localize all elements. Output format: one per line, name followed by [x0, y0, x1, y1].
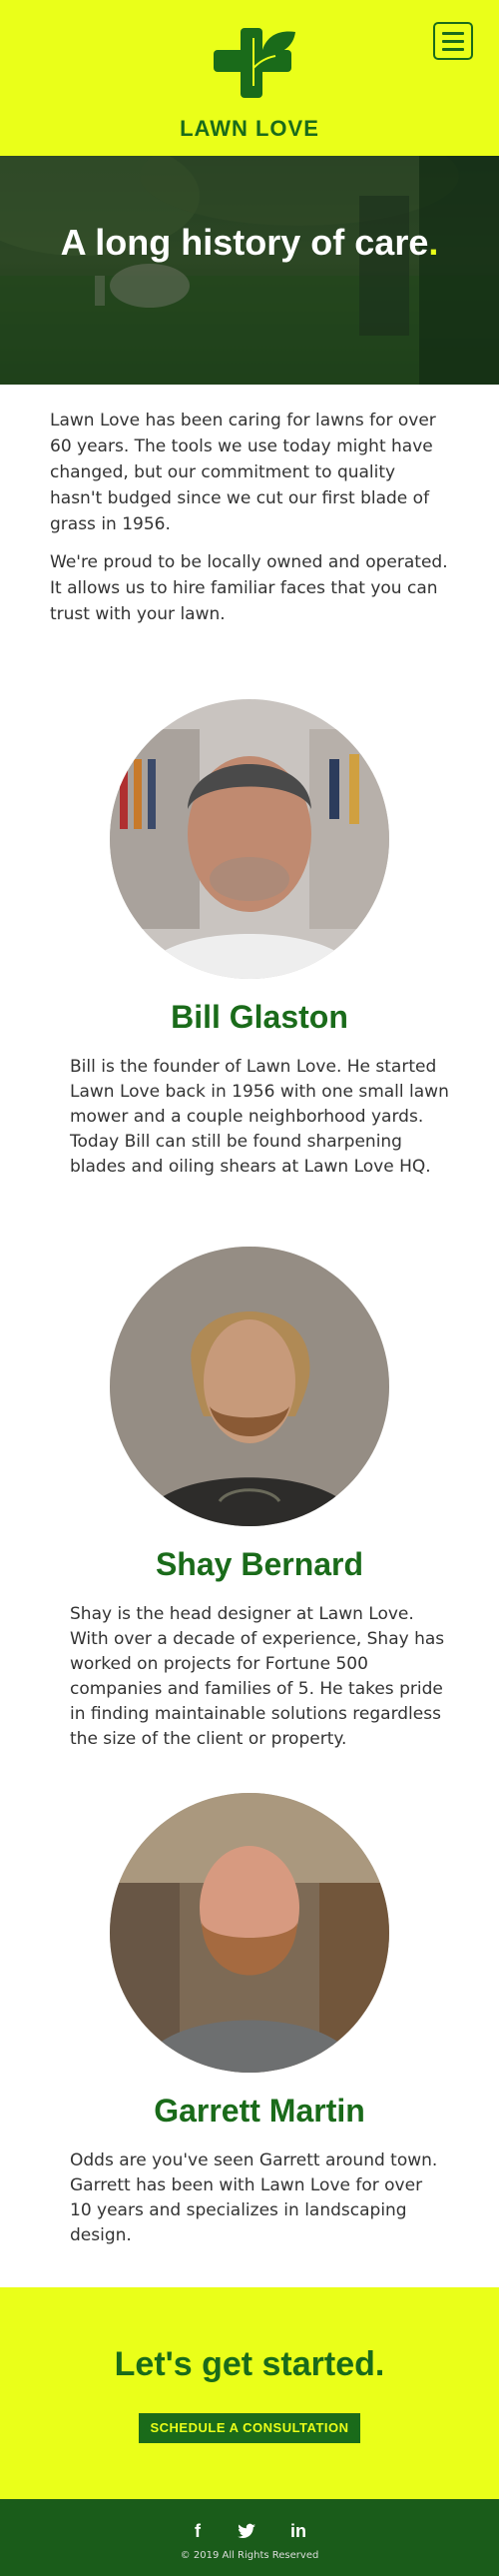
site-header: LAWN LOVE: [0, 0, 499, 156]
copyright: © 2019 All Rights Reserved: [180, 2550, 319, 2561]
schedule-consultation-button[interactable]: SCHEDULE A CONSULTATION: [139, 2413, 360, 2443]
hero-title: A long history of care.: [60, 222, 439, 263]
plant-cross-icon[interactable]: [210, 28, 299, 98]
brand-name[interactable]: LAWN LOVE: [0, 116, 499, 142]
linkedin-icon[interactable]: in: [288, 2521, 308, 2541]
twitter-icon[interactable]: [237, 2521, 256, 2541]
hero-banner: A long history of care.: [0, 156, 499, 385]
team-member-name: Shay Bernard: [155, 1546, 364, 1582]
menu-button[interactable]: [433, 22, 473, 60]
cta-title: Let's get started.: [114, 2345, 385, 2383]
hero-background-image: [0, 156, 499, 385]
team-member-bio: Odds are you've seen Garrett around town…: [70, 2150, 438, 2245]
cta-section: Let's get started. SCHEDULE A CONSULTATI…: [0, 2287, 499, 2499]
intro-section: Lawn Love has been caring for lawns for …: [50, 408, 451, 639]
hamburger-menu-icon: [442, 32, 464, 35]
intro-paragraph: We're proud to be locally owned and oper…: [50, 552, 448, 624]
intro-paragraph: Lawn Love has been caring for lawns for …: [50, 411, 436, 534]
team-member-name: Bill Glaston: [171, 999, 348, 1035]
team-member-name: Garrett Martin: [154, 2093, 365, 2129]
avatar: [110, 699, 389, 979]
team-member-bio: Bill is the founder of Lawn Love. He sta…: [70, 1057, 449, 1177]
avatar: [110, 1247, 389, 1526]
team-member-bio: Shay is the head designer at Lawn Love. …: [70, 1604, 445, 1749]
site-footer: f in © 2019 All Rights Reserved: [0, 2499, 499, 2576]
facebook-icon[interactable]: f: [188, 2521, 208, 2541]
avatar: [110, 1793, 389, 2073]
